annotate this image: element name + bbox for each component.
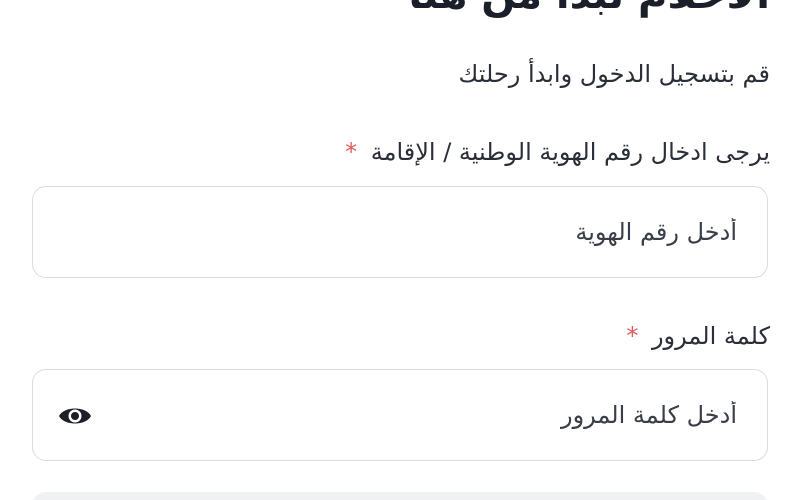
password-field-label-text: كلمة المرور	[651, 322, 770, 350]
password-input[interactable]	[137, 370, 737, 460]
password-field-label: كلمة المرور *	[626, 318, 770, 354]
eye-icon-graphic	[59, 408, 91, 424]
required-asterisk: *	[626, 322, 639, 350]
id-number-input[interactable]	[137, 187, 737, 277]
id-field[interactable]	[32, 186, 768, 278]
page-title: الأحلام تبدأ من هنا	[408, 0, 770, 20]
id-field-label: يرجى ادخال رقم الهوية الوطنية / الإقامة …	[345, 134, 770, 170]
login-page: الأحلام تبدأ من هنا قم بتسجيل الدخول واب…	[0, 0, 800, 500]
submit-button[interactable]	[32, 492, 768, 500]
required-asterisk: *	[345, 138, 358, 166]
eye-icon[interactable]	[57, 400, 93, 432]
password-field[interactable]	[32, 369, 768, 461]
page-subtitle: قم بتسجيل الدخول وابدأ رحلتك	[458, 60, 771, 88]
id-field-label-text: يرجى ادخال رقم الهوية الوطنية / الإقامة	[370, 138, 770, 166]
